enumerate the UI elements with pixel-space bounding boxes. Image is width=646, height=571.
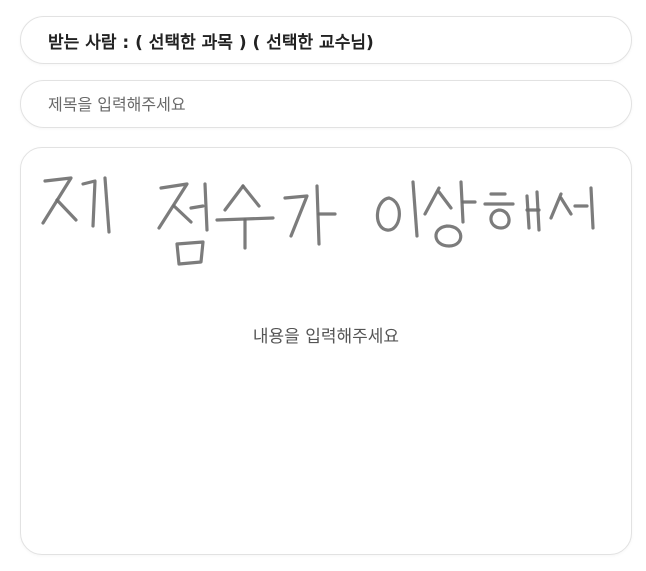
content-editor[interactable] [20,147,632,555]
recipient-label: 받는 사람 : ( 선택한 과목 ) ( 선택한 교수님) [48,32,374,53]
content-textarea[interactable] [21,148,631,554]
subject-input[interactable] [20,80,632,128]
recipient-display: 받는 사람 : ( 선택한 과목 ) ( 선택한 교수님) [20,16,632,64]
